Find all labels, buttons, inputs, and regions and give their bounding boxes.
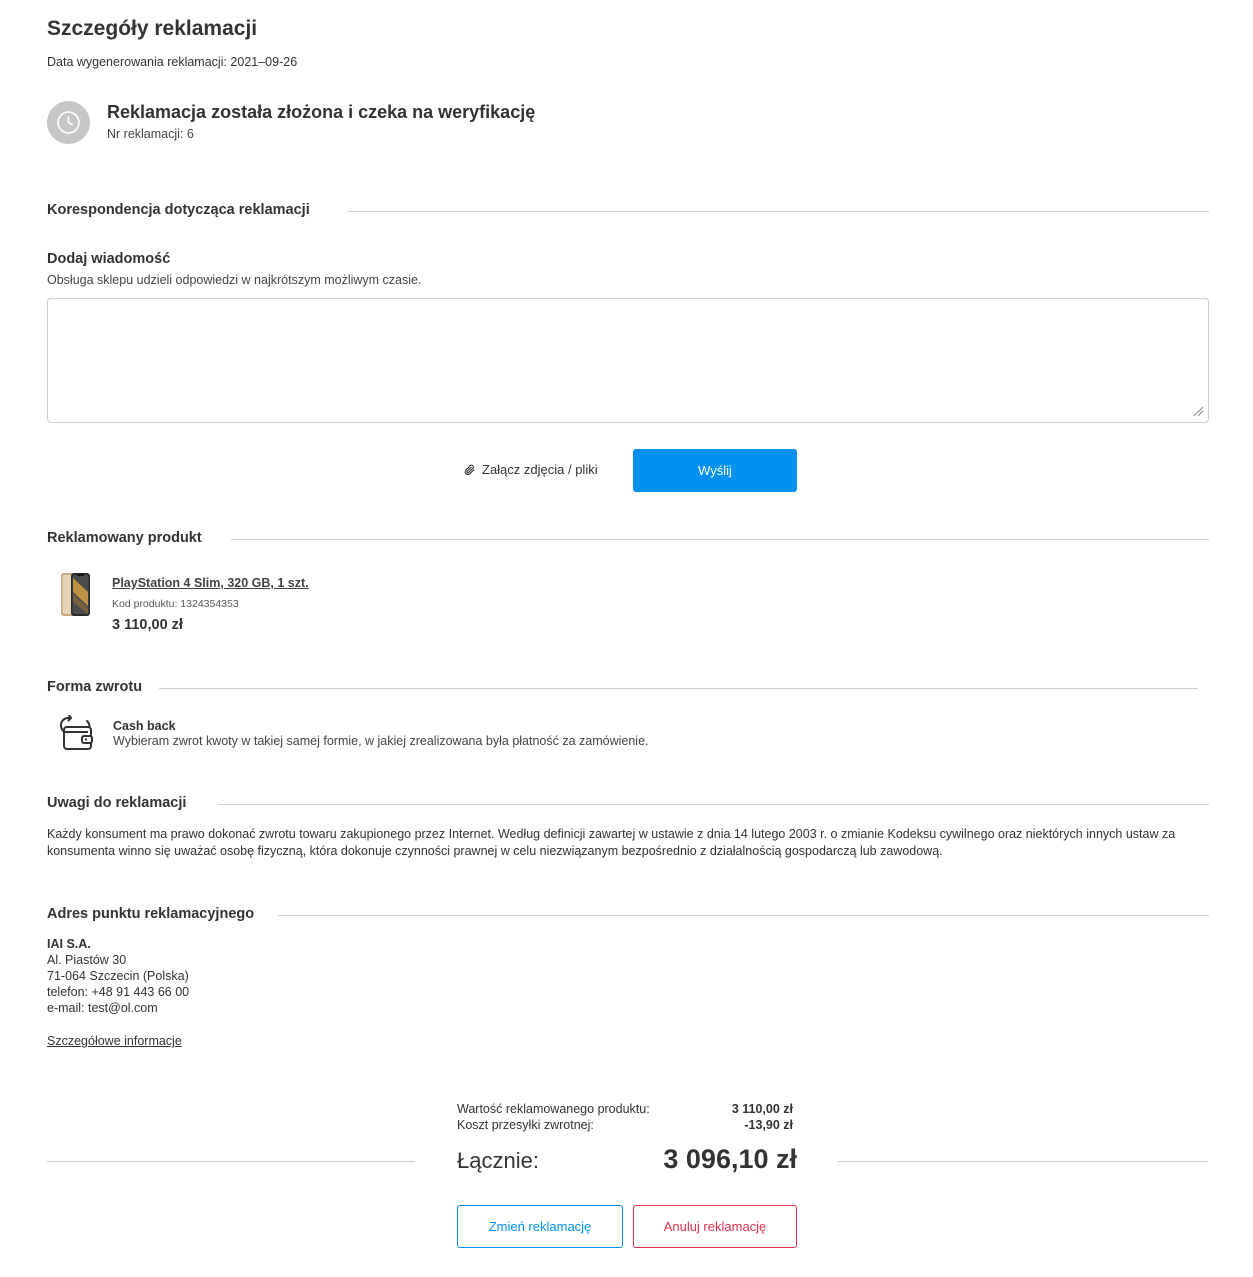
attach-files-link[interactable]: Załącz zdjęcia / pliki (463, 462, 598, 477)
product-price: 3 110,00 zł (112, 617, 183, 633)
generation-date: Data wygenerowania reklamacji: 2021–09-2… (47, 55, 298, 69)
section-divider (278, 915, 1209, 916)
add-message-description: Obsługa sklepu udzieli odpowiedzi w najk… (47, 273, 422, 287)
section-divider (218, 804, 1209, 805)
add-message-title: Dodaj wiadomość (47, 251, 171, 267)
summary-divider-left (47, 1161, 415, 1162)
refund-section-title: Forma zwrotu (47, 679, 143, 695)
refund-method-description: Wybieram zwrot kwoty w takiej samej form… (113, 734, 649, 748)
address-street: Al. Piastów 30 (47, 953, 127, 967)
page-title: Szczegóły reklamacji (47, 17, 258, 40)
shipping-cost-label: Koszt przesyłki zwrotnej: (457, 1118, 594, 1132)
summary-divider-right (838, 1161, 1208, 1162)
refund-method-name: Cash back (113, 719, 176, 733)
paperclip-icon (464, 464, 475, 475)
change-complaint-button[interactable]: Zmień reklamację (457, 1205, 623, 1248)
total-label: Łącznie: (457, 1148, 539, 1173)
wallet-return-icon (60, 715, 93, 750)
product-code: Kod produktu: 1324354353 (112, 598, 239, 610)
address-company: IAI S.A. (47, 937, 91, 951)
status-title: Reklamacja została złożona i czeka na we… (107, 102, 536, 122)
attach-files-label: Załącz zdjęcia / pliki (482, 462, 598, 477)
shipping-cost: -13,90 zł (744, 1118, 793, 1132)
product-value-label: Wartość reklamowanego produktu: (457, 1102, 650, 1116)
resize-handle-icon[interactable] (1193, 406, 1204, 417)
section-divider (231, 539, 1209, 540)
address-section-title: Adres punktu reklamacyjnego (47, 906, 255, 922)
product-value: 3 110,00 zł (731, 1102, 793, 1116)
address-phone: telefon: +48 91 443 66 00 (47, 985, 190, 999)
details-link[interactable]: Szczegółowe informacje (47, 1034, 182, 1048)
section-divider (348, 211, 1209, 212)
total-value: 3 096,10 zł (663, 1144, 797, 1174)
message-textarea[interactable] (47, 298, 1209, 423)
address-email: e-mail: test@ol.com (47, 1001, 158, 1015)
product-image[interactable] (60, 572, 92, 618)
complaint-number: Nr reklamacji: 6 (107, 127, 194, 141)
status-badge (47, 101, 90, 144)
correspondence-section-title: Korespondencja dotycząca reklamacji (47, 202, 310, 218)
address-city: 71-064 Szczecin (Polska) (47, 969, 189, 983)
clock-icon (57, 111, 80, 134)
send-button[interactable]: Wyślij (633, 449, 797, 492)
product-section-title: Reklamowany produkt (47, 530, 202, 546)
notes-section-title: Uwagi do reklamacji (47, 795, 187, 811)
cancel-complaint-button[interactable]: Anuluj reklamację (633, 1205, 797, 1248)
section-divider (159, 688, 1198, 689)
product-name-link[interactable]: PlayStation 4 Slim, 320 GB, 1 szt. (112, 576, 309, 590)
notes-text: Każdy konsument ma prawo dokonać zwrotu … (47, 827, 1176, 858)
